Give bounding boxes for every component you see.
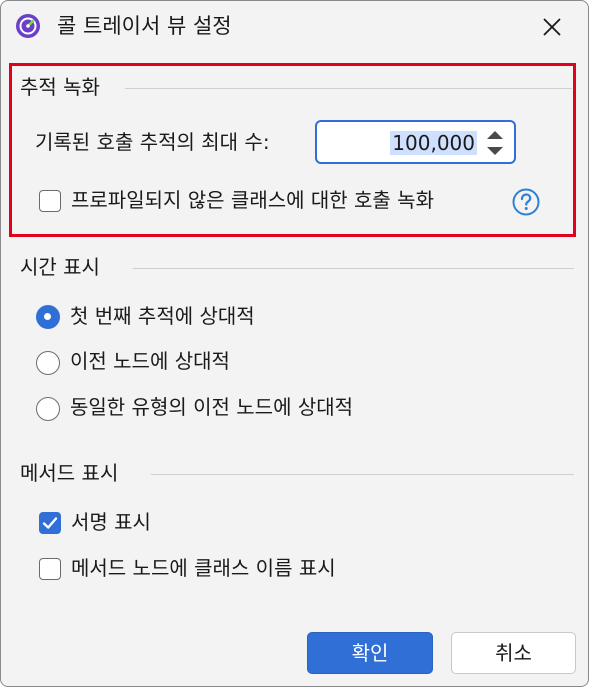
- show-class-name-label: 메서드 노드에 클래스 이름 표시: [71, 556, 336, 580]
- dialog-window: 콜 트레이서 뷰 설정 추적 녹화 기록된 호출 추적의 최대 수: 100,0…: [0, 0, 589, 687]
- window-title: 콜 트레이서 뷰 설정: [57, 14, 232, 38]
- title-bar: 콜 트레이서 뷰 설정: [1, 1, 588, 51]
- spin-down-icon: [487, 147, 503, 155]
- max-traces-label: 기록된 호출 추적의 최대 수:: [35, 130, 270, 154]
- group-separator: [133, 268, 574, 269]
- checkmark-icon: [42, 516, 57, 529]
- spinner-buttons[interactable]: [482, 125, 508, 161]
- show-signature-label: 서명 표시: [71, 510, 151, 534]
- radio-label-relative-same-type: 동일한 유형의 이전 노드에 상대적: [70, 395, 354, 419]
- group-separator: [125, 88, 572, 89]
- close-button[interactable]: [529, 11, 575, 43]
- radio-relative-previous[interactable]: [36, 351, 60, 375]
- group-separator: [151, 474, 574, 475]
- app-logo-icon: [15, 13, 41, 39]
- record-unprofiled-label: 프로파일되지 않은 클래스에 대한 호출 녹화: [71, 188, 434, 212]
- max-traces-value[interactable]: 100,000: [319, 129, 477, 157]
- radio-label-relative-previous: 이전 노드에 상대적: [70, 349, 230, 373]
- group-title-method: 메서드 표시: [20, 461, 119, 485]
- group-title-tracking: 추적 녹화: [20, 75, 100, 99]
- radio-relative-same-type[interactable]: [36, 397, 60, 421]
- close-icon: [543, 18, 561, 36]
- record-unprofiled-checkbox[interactable]: [39, 190, 61, 212]
- spin-up-icon: [487, 131, 503, 139]
- show-class-name-checkbox[interactable]: [39, 558, 61, 580]
- cancel-button[interactable]: 취소: [451, 632, 576, 674]
- help-icon[interactable]: [512, 188, 540, 216]
- radio-relative-first[interactable]: [36, 305, 60, 329]
- ok-button[interactable]: 확인: [307, 632, 433, 674]
- max-traces-spinner[interactable]: 100,000: [315, 120, 516, 164]
- radio-label-relative-first: 첫 번째 추적에 상대적: [70, 304, 255, 328]
- show-signature-checkbox[interactable]: [39, 512, 61, 534]
- group-title-time: 시간 표시: [20, 255, 100, 279]
